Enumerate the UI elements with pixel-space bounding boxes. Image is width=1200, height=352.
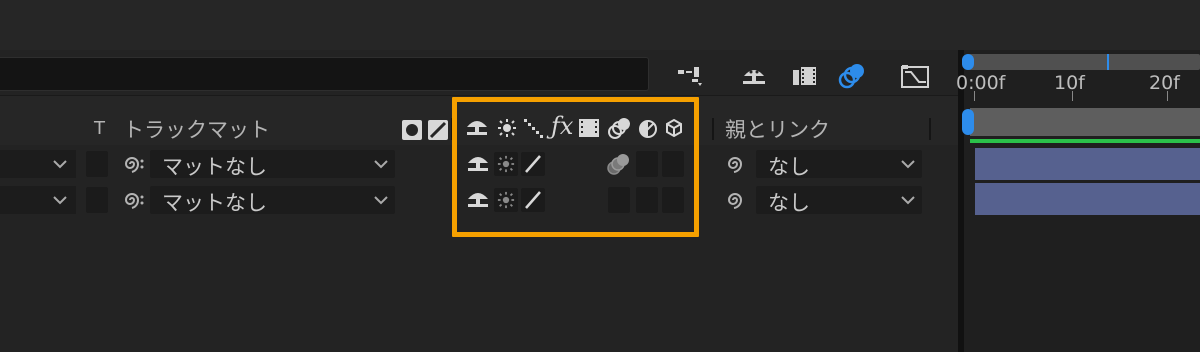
parent-dropdown[interactable]: なし xyxy=(756,150,922,179)
column-separator xyxy=(929,118,931,140)
graph-editor-icon[interactable] xyxy=(898,59,932,93)
frame-blending-icon[interactable] xyxy=(787,59,821,93)
chevron-down-icon xyxy=(53,160,67,169)
parent-link-column-label[interactable]: 親とリンク xyxy=(725,114,830,144)
layer-mode-dropdown[interactable] xyxy=(0,150,76,178)
video-visibility-header-icon[interactable] xyxy=(402,120,422,140)
trackmatte-dropdown[interactable]: マットなし xyxy=(150,186,395,215)
ruler-tick xyxy=(1167,91,1168,101)
column-separator xyxy=(712,118,714,140)
panel-top-bar xyxy=(0,0,1200,50)
time-navigator[interactable] xyxy=(968,54,1200,70)
chevron-down-icon xyxy=(374,196,388,205)
ruler-tick xyxy=(1072,91,1073,101)
work-area-start-handle[interactable] xyxy=(962,109,974,135)
current-time-marker xyxy=(1107,54,1109,70)
matte-header-icon[interactable] xyxy=(428,120,448,140)
ruler-label: 20f xyxy=(1149,72,1180,94)
parent-value: なし xyxy=(768,155,810,179)
preserve-transparency-toggle[interactable] xyxy=(86,151,108,177)
chevron-down-icon xyxy=(53,196,67,205)
chevron-down-icon xyxy=(374,160,388,169)
layer-mode-dropdown[interactable] xyxy=(0,186,76,214)
chevron-down-icon xyxy=(901,160,915,169)
parent-dropdown[interactable]: なし xyxy=(756,186,922,215)
motion-blur-icon[interactable] xyxy=(836,59,870,93)
matte-pickwhip-icon[interactable] xyxy=(120,151,146,181)
parent-pickwhip-icon[interactable] xyxy=(722,187,748,217)
trackmatte-value: マットなし xyxy=(162,155,267,179)
text-layer-column-label: T xyxy=(94,118,105,139)
trackmatte-dropdown[interactable]: マットなし xyxy=(150,150,395,179)
matte-pickwhip-icon[interactable] xyxy=(120,187,146,217)
time-navigator-start-handle[interactable] xyxy=(962,54,974,70)
preserve-transparency-toggle[interactable] xyxy=(86,187,108,213)
layer-duration-bar[interactable] xyxy=(975,148,1200,180)
work-area-bar[interactable] xyxy=(970,108,1200,136)
ruler-tick xyxy=(974,91,975,101)
ruler-label: 0:00f xyxy=(956,72,1006,94)
chevron-down-icon xyxy=(901,196,915,205)
work-area-indicator xyxy=(970,139,1200,143)
trackmatte-value: マットなし xyxy=(162,191,267,215)
trackmatte-column-label[interactable]: トラックマット xyxy=(123,114,270,144)
layer-duration-bar[interactable] xyxy=(975,183,1200,215)
comp-flowchart-icon[interactable] xyxy=(674,59,708,93)
ruler-label: 10f xyxy=(1054,72,1085,94)
shy-icon[interactable] xyxy=(737,59,771,93)
parent-value: なし xyxy=(768,191,810,215)
switches-highlight-box xyxy=(452,97,699,237)
search-input[interactable] xyxy=(0,57,649,91)
parent-pickwhip-icon[interactable] xyxy=(722,151,748,181)
